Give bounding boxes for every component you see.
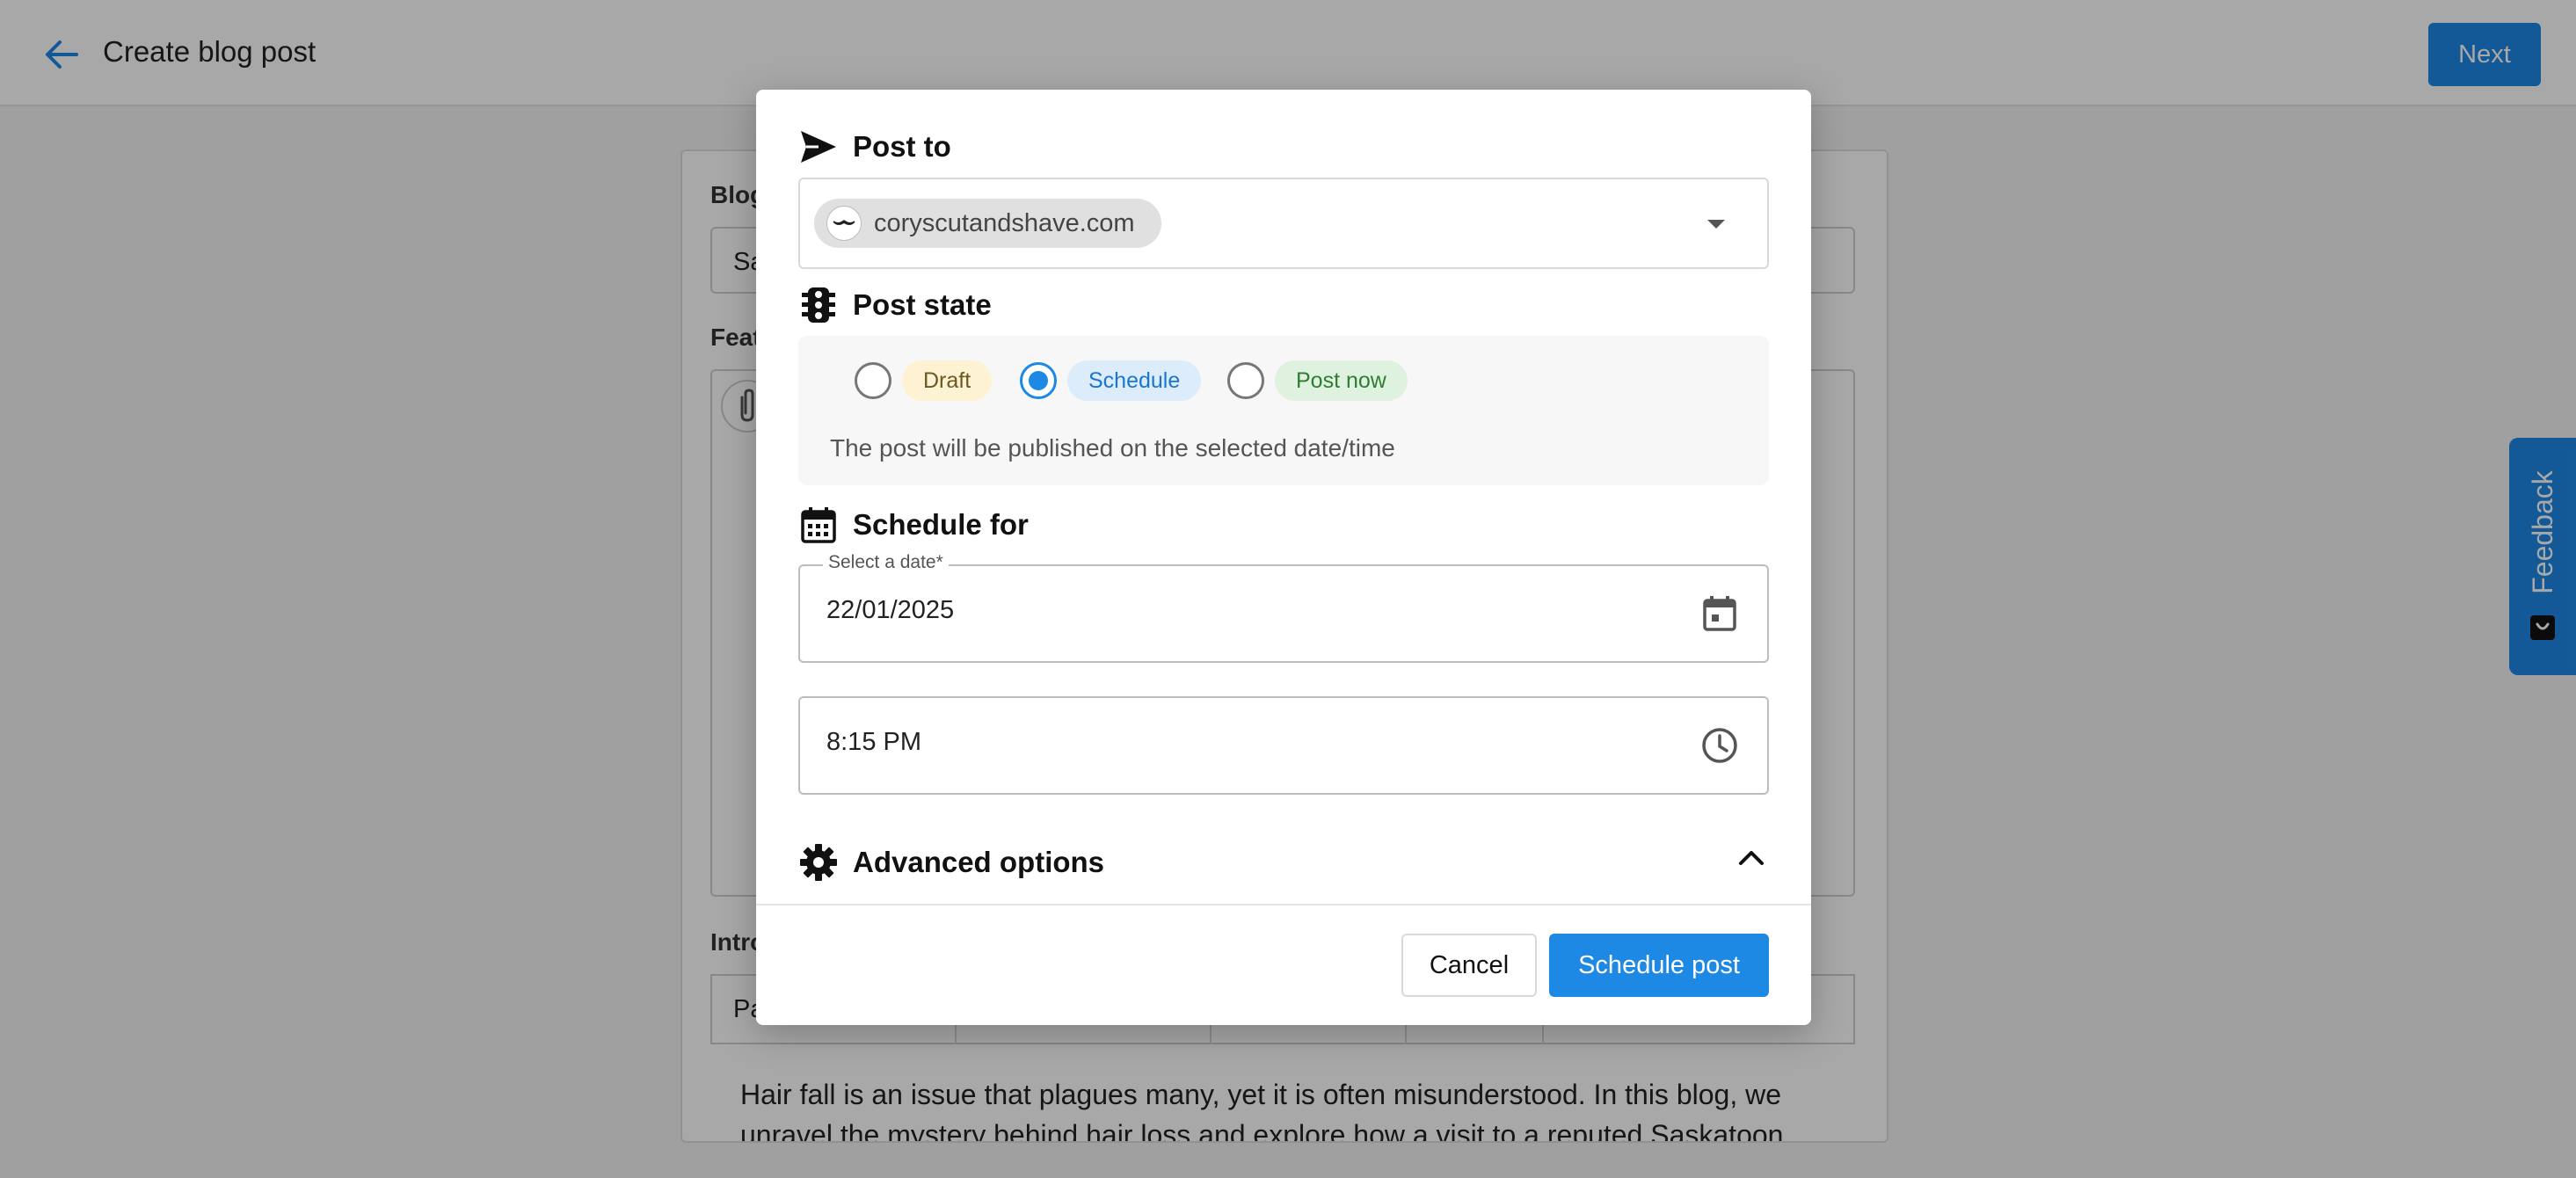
traffic-light-icon [802, 287, 835, 323]
site-chip-label: coryscutandshave.com [874, 208, 1135, 237]
schedule-radio[interactable] [1020, 362, 1057, 399]
gear-icon [800, 844, 837, 881]
schedule-pill[interactable]: Schedule [1067, 360, 1202, 401]
radio-option-draft[interactable]: Draft [855, 359, 993, 403]
caret-down-icon[interactable] [1706, 218, 1727, 230]
cancel-button[interactable]: Cancel [1401, 934, 1537, 997]
draft-pill[interactable]: Draft [902, 360, 993, 401]
clock-icon [1702, 728, 1737, 763]
advanced-options-header[interactable]: Advanced options [798, 842, 1104, 883]
time-picker-button[interactable] [1699, 724, 1741, 767]
radio-option-schedule[interactable]: Schedule [1020, 359, 1202, 403]
date-picker-button[interactable] [1699, 593, 1741, 635]
post-to-header: Post to [798, 127, 951, 167]
calendar-icon [801, 507, 836, 543]
post-now-radio[interactable] [1227, 362, 1264, 399]
mustache-icon [833, 220, 855, 225]
site-chip[interactable]: coryscutandshave.com [814, 199, 1161, 248]
draft-radio[interactable] [855, 362, 891, 399]
time-field[interactable]: 8:15 PM [798, 696, 1769, 795]
date-field[interactable]: Select a date* 22/01/2025 [798, 552, 1769, 663]
chevron-up-icon[interactable] [1736, 847, 1767, 869]
calendar-icon [1703, 596, 1736, 631]
post-to-select[interactable]: coryscutandshave.com [798, 178, 1769, 269]
site-avatar [826, 206, 862, 241]
dialog-content: Post to coryscutandshave.com Post state … [756, 90, 1811, 904]
schedule-post-button[interactable]: Schedule post [1549, 934, 1769, 997]
post-to-title: Post to [853, 130, 951, 163]
date-field-value: 22/01/2025 [826, 596, 955, 624]
time-field-value: 8:15 PM [826, 728, 921, 756]
post-state-panel: Draft Schedule Post now The post will be… [798, 336, 1769, 485]
schedule-post-dialog: Post to coryscutandshave.com Post state … [756, 90, 1811, 1025]
send-icon [801, 131, 836, 163]
date-field-label: Select a date* [823, 552, 949, 573]
radio-option-post-now[interactable]: Post now [1227, 359, 1408, 403]
post-state-title: Post state [853, 288, 992, 321]
post-now-pill[interactable]: Post now [1275, 360, 1408, 401]
dialog-footer: Cancel Schedule post [756, 904, 1811, 1025]
post-state-description: The post will be published on the select… [830, 434, 1395, 462]
post-state-header: Post state [798, 285, 992, 325]
advanced-options-title: Advanced options [853, 846, 1105, 878]
schedule-for-title: Schedule for [853, 508, 1029, 541]
schedule-for-header: Schedule for [798, 505, 1029, 545]
